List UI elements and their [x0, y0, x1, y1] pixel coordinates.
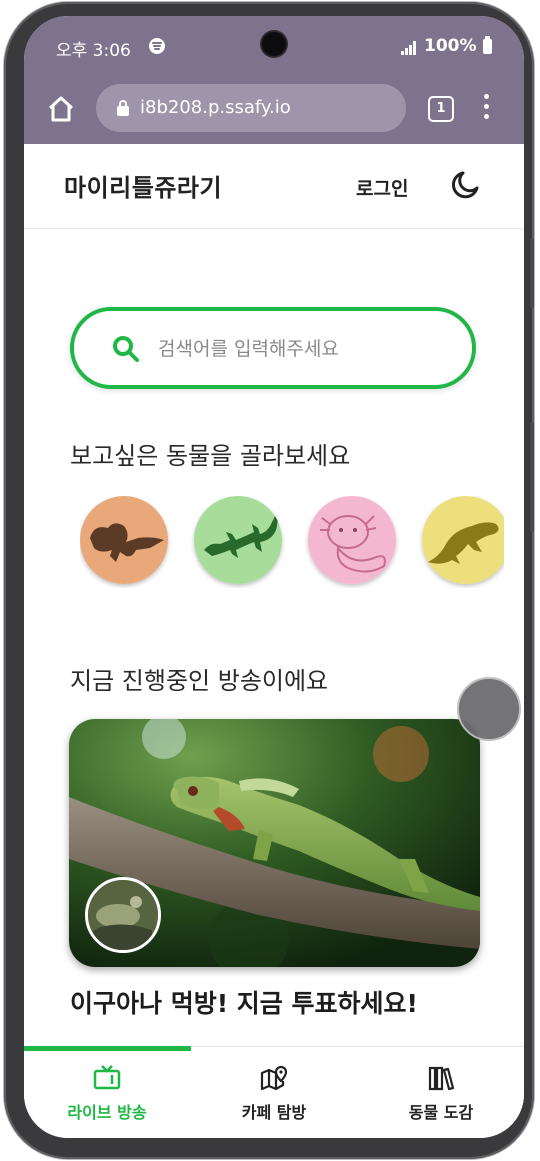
map-pin-icon: [260, 1065, 288, 1091]
signal-icon: [401, 41, 417, 55]
live-section-title: 지금 진행중인 방송이에요: [70, 667, 329, 695]
animal-category-list: [80, 496, 504, 588]
host-avatar[interactable]: [85, 877, 161, 953]
spotify-icon: [149, 38, 165, 54]
animals-section-title: 보고싶은 동물을 골라보세요: [70, 442, 351, 470]
tv-icon: [93, 1065, 121, 1090]
search-input[interactable]: [156, 329, 450, 369]
search-bar[interactable]: [70, 307, 476, 389]
nav-label-live: 라이브 방송: [67, 1103, 147, 1122]
nav-label-cafe: 카페 탐방: [241, 1103, 307, 1122]
moon-icon[interactable]: [450, 170, 480, 200]
status-time: 오후 3:06: [56, 41, 131, 61]
animal-category-frog[interactable]: [80, 496, 168, 584]
url-bar: i8b208.p.ssafy.io 1: [24, 78, 524, 138]
axolotl-icon: [308, 496, 396, 584]
books-icon: [428, 1066, 455, 1091]
lizard-icon: [422, 496, 504, 584]
nav-item-live[interactable]: 라이브 방송: [24, 1047, 190, 1138]
animal-category-gecko[interactable]: [194, 496, 282, 584]
app-title[interactable]: 마이리틀쥬라기: [64, 168, 222, 203]
app-header: 마이리틀쥬라기 로그인: [24, 144, 524, 229]
broadcast-title[interactable]: 이구아나 먹방! 지금 투표하세요!: [70, 984, 418, 1020]
url-text: i8b208.p.ssafy.io: [140, 97, 291, 118]
power-button: [530, 422, 534, 532]
animal-category-lizard[interactable]: [422, 496, 504, 584]
address-field[interactable]: i8b208.p.ssafy.io: [96, 84, 406, 132]
status-bar: 오후 3:06 100%: [24, 16, 524, 76]
animal-category-axolotl[interactable]: [308, 496, 396, 584]
broadcast-card[interactable]: [69, 719, 480, 967]
browser-chrome: 오후 3:06 100% i8b208.p.ssafy.io 1: [24, 16, 524, 144]
battery-icon: [483, 36, 492, 54]
volume-button: [530, 238, 534, 308]
more-options-icon[interactable]: [484, 94, 490, 122]
bottom-navigation: 라이브 방송 카페 탐방 동물 도감: [24, 1046, 524, 1138]
front-camera: [262, 32, 286, 56]
lock-icon: [117, 100, 129, 116]
home-icon[interactable]: [46, 94, 76, 124]
phone-frame: 오후 3:06 100% i8b208.p.ssafy.io 1 마이리틀쥬라기…: [4, 2, 534, 1159]
battery-level: 100%: [424, 36, 477, 56]
login-button[interactable]: 로그인: [356, 174, 408, 201]
frog-icon: [80, 496, 168, 584]
search-icon[interactable]: [112, 335, 140, 363]
screen: 오후 3:06 100% i8b208.p.ssafy.io 1 마이리틀쥬라기…: [24, 16, 524, 1138]
nav-item-encyclopedia[interactable]: 동물 도감: [358, 1047, 524, 1138]
nav-item-cafe[interactable]: 카페 탐방: [191, 1047, 357, 1138]
tab-switcher-button[interactable]: 1: [428, 96, 454, 122]
gecko-icon: [194, 496, 282, 584]
nav-label-encyclopedia: 동물 도감: [408, 1103, 474, 1122]
floating-assistive-button[interactable]: [457, 677, 521, 741]
